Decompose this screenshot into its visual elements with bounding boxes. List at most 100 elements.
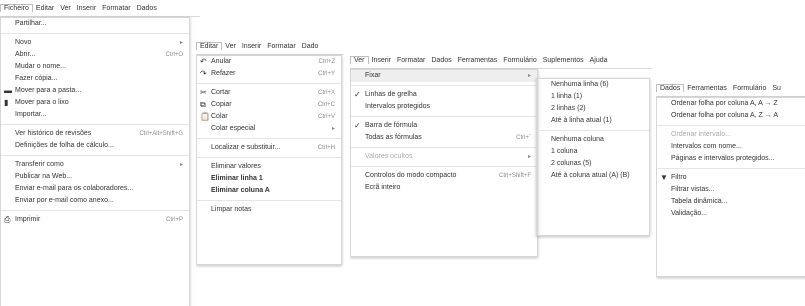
menu-item-label: Nenhuma linha (6) [551, 81, 609, 88]
edit-dropdown: ↶ Anular Ctrl+Z ↷ Refazer Ctrl+Y ✂ Cortar Ctrl+X… [196, 55, 342, 265]
menu-item-enviar-por-e-mail-como-anexo[interactable]: Enviar por e-mail como anexo... [1, 195, 189, 207]
menu-item-label: 1 linha (1) [551, 93, 583, 100]
menu-item-controlos-do-modo-compacto[interactable]: Controlos do modo compacto Ctrl+Shift+F [351, 170, 537, 182]
menu-item-label: Mover para o lixo [15, 99, 69, 106]
menu-item-intervalos-com-nome[interactable]: Intervalos com nome... [657, 141, 805, 153]
menu-item-partilhar[interactable]: Partilhar... [1, 18, 189, 30]
menubar-item-ver[interactable]: Ver [57, 5, 74, 12]
menu-item-ecra-inteiro[interactable]: Ecrã inteiro [351, 182, 537, 194]
undo-icon: ↶ [200, 57, 207, 66]
menubar-item-formatar[interactable]: Formatar [264, 43, 298, 50]
menu-item-colar-especial[interactable]: Colar especial ▸ [197, 123, 341, 135]
menu-item-label: Ordenar folha por coluna A, Z → A [671, 112, 779, 119]
menu-item-tabela-dinamica[interactable]: Tabela dinâmica... [657, 196, 805, 208]
menu-item-ate-a-linha-atual-1[interactable]: Até à linha atual (1) [537, 115, 649, 127]
menu-item-2-colunas-5[interactable]: 2 colunas (5) [537, 158, 649, 170]
submenu-arrow-icon: ▸ [527, 154, 531, 160]
menu-item-ver-historico-de-revisoes[interactable]: Ver histórico de revisões Ctrl+Alt+Shift+… [1, 128, 189, 140]
menubar-item-dados[interactable]: Dados [134, 5, 160, 12]
menubar-item-ficheiro[interactable]: Ficheiro [0, 4, 33, 12]
menu-item-mudar-o-nome[interactable]: Mudar o nome... [1, 61, 189, 73]
menubar-item-formatar[interactable]: Formatar [99, 5, 133, 12]
menu-item-label: Intervalos protegidos [365, 103, 430, 110]
menu-item-linhas-de-grelha[interactable]: ✓ Linhas de grelha [351, 89, 537, 101]
menu-item-filtrar-vistas[interactable]: Filtrar vistas...▸ [657, 184, 805, 196]
menu-item-filtro[interactable]: ▼ Filtro [657, 172, 805, 184]
menu-item-imprimir[interactable]: ⎙ Imprimir Ctrl+P [1, 214, 189, 226]
menu-item-1-linha-1[interactable]: 1 linha (1) [537, 91, 649, 103]
menu-item-importar[interactable]: Importar... [1, 109, 189, 121]
menu-item-nenhuma-coluna[interactable]: Nenhuma coluna [537, 134, 649, 146]
submenu-arrow-icon: ▸ [179, 162, 183, 168]
redo-icon: ↷ [200, 69, 207, 78]
folder-icon: ▬ [4, 86, 12, 95]
menu-item-shortcut: Ctrl+X [318, 90, 335, 96]
menubar-item-suplementos[interactable]: Su [769, 85, 784, 92]
menu-item-label: Enviar e-mail para os colaboradores... [15, 185, 134, 192]
menu-item-label: Localizar e substituir... [211, 144, 281, 151]
menu-item-eliminar-valores[interactable]: Eliminar valores [197, 161, 341, 173]
menubar-item-ferramentas[interactable]: Ferramentas [684, 85, 730, 92]
menu-item-eliminar-linha-1[interactable]: Eliminar linha 1 [197, 173, 341, 185]
menubar-item-inserir[interactable]: Inserir [239, 43, 264, 50]
menubar-item-editar[interactable]: Editar [33, 5, 57, 12]
menubar-item-formulario[interactable]: Formulário [730, 85, 769, 92]
menu-item-label: Limpar notas [211, 206, 252, 213]
menu-separator [197, 83, 341, 84]
menu-item-fazer-copia[interactable]: Fazer cópia... [1, 73, 189, 85]
menu-item-intervalos-protegidos[interactable]: Intervalos protegidos [351, 101, 537, 113]
menu-item-novo[interactable]: Novo ▸ [1, 37, 189, 49]
panel-data-menu: Dados Ferramentas Formulário Su Ordenar … [656, 80, 805, 280]
menu-item-transferir-como[interactable]: Transferir como ▸ [1, 159, 189, 171]
menu-item-fixar[interactable]: Fixar ▸ [351, 70, 537, 82]
menu-item-barra-de-formula[interactable]: ✓ Barra de fórmula [351, 120, 537, 132]
menu-item-nenhuma-linha-6[interactable]: Nenhuma linha (6) [537, 79, 649, 91]
menubar-item-ver[interactable]: Ver [350, 56, 369, 64]
menubar-item-ver[interactable]: Ver [222, 43, 239, 50]
menu-item-label: Validação... [671, 210, 708, 217]
menubar-item-inserir[interactable]: Inserir [369, 57, 394, 64]
menu-item-paginas-e-intervalos-protegidos[interactable]: Páginas e intervalos protegidos... [657, 153, 805, 165]
menu-item-mover-para-a-pasta[interactable]: ▬ Mover para a pasta... [1, 85, 189, 97]
menu-item-refazer[interactable]: ↷ Refazer Ctrl+Y [197, 68, 341, 80]
menu-item-shortcut: Ctrl+V [318, 114, 335, 120]
menu-item-ordenar-intervalo: Ordenar intervalo... [657, 129, 805, 141]
menu-item-limpar-notas[interactable]: Limpar notas [197, 204, 341, 216]
menu-item-label: Linhas de grelha [365, 91, 417, 98]
menu-item-colar[interactable]: 📋 Colar Ctrl+V [197, 111, 341, 123]
menu-item-2-linhas-2[interactable]: 2 linhas (2) [537, 103, 649, 115]
menu-item-ordenar-folha-por-coluna-a-a-z[interactable]: Ordenar folha por coluna A, A → Z [657, 98, 805, 110]
menu-item-label: Definições de folha de cálculo... [15, 142, 114, 149]
menubar-item-formulario[interactable]: Formulário [500, 57, 539, 64]
menubar-item-formatar[interactable]: Formatar [394, 57, 428, 64]
menu-item-definicoes-de-folha-de-calculo[interactable]: Definições de folha de cálculo... [1, 140, 189, 152]
menubar-item-dados[interactable]: Dado [299, 43, 322, 50]
menubar-item-dados[interactable]: Dados [428, 57, 454, 64]
menu-item-enviar-e-mail-para-os-colaboradores[interactable]: Enviar e-mail para os colaboradores... [1, 183, 189, 195]
menu-item-label: Valores ocultos [365, 153, 413, 160]
menu-item-label: Até à linha atual (1) [551, 117, 612, 124]
menu-item-publicar-na-web[interactable]: Publicar na Web... [1, 171, 189, 183]
menubar-item-dados[interactable]: Dados [656, 84, 685, 92]
menu-item-validacao[interactable]: Validação... [657, 208, 805, 220]
menubar-item-ferramentas[interactable]: Ferramentas [455, 57, 501, 64]
menu-item-label: Abrir... [15, 51, 36, 58]
menu-item-ate-a-coluna-atual-a-b[interactable]: Até à coluna atual (A) (B) [537, 170, 649, 182]
menu-separator [197, 157, 341, 158]
menu-item-eliminar-coluna-a[interactable]: Eliminar coluna A [197, 185, 341, 197]
menubar-item-inserir[interactable]: Inserir [74, 5, 99, 12]
menu-item-todas-as-formulas[interactable]: Todas as fórmulas Ctrl+` [351, 132, 537, 144]
menubar-item-suplementos[interactable]: Suplementos [540, 57, 587, 64]
menu-item-localizar-e-substituir[interactable]: Localizar e substituir... Ctrl+H [197, 142, 341, 154]
menu-item-anular[interactable]: ↶ Anular Ctrl+Z [197, 56, 341, 68]
menu-item-mover-para-o-lixo[interactable]: ▮ Mover para o lixo [1, 97, 189, 109]
menu-item-abrir[interactable]: Abrir... Ctrl+O [1, 49, 189, 61]
menu-item-1-coluna[interactable]: 1 coluna [537, 146, 649, 158]
menu-item-ordenar-folha-por-coluna-a-z-a[interactable]: Ordenar folha por coluna A, Z → A [657, 110, 805, 122]
menu-item-label: Imprimir [15, 216, 41, 223]
menu-item-copiar[interactable]: ⧉ Copiar Ctrl+C [197, 99, 341, 111]
menu-item-cortar[interactable]: ✂ Cortar Ctrl+X [197, 87, 341, 99]
menubar-item-ajuda[interactable]: Ajuda [587, 57, 611, 64]
menubar-item-editar[interactable]: Editar [196, 42, 223, 50]
menu-item-label: Mudar o nome... [15, 63, 66, 70]
